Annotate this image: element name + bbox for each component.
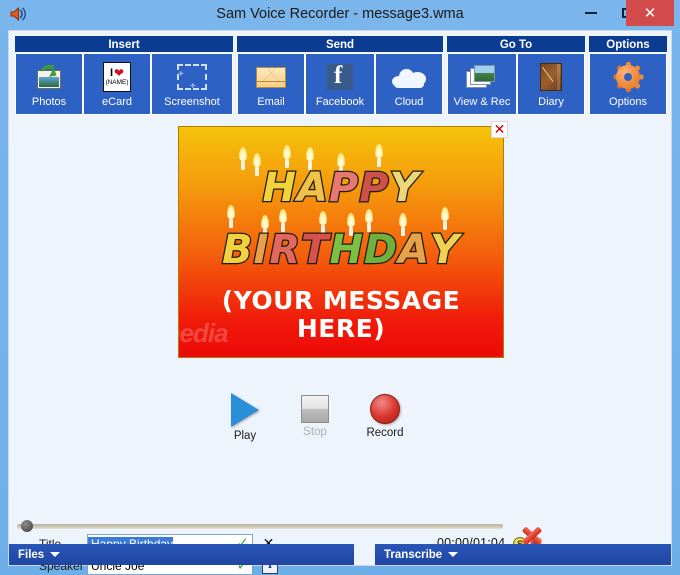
card-preview: HAPPY BIRTHDAY (YOUR MESSAGE HERE) softp… bbox=[178, 121, 508, 358]
envelope-icon bbox=[256, 60, 286, 94]
send-email-button[interactable]: Email bbox=[237, 53, 305, 115]
photo-stack-icon bbox=[466, 60, 498, 94]
stop-label: Stop bbox=[303, 426, 327, 438]
screenshot-icon bbox=[177, 60, 207, 94]
transcribe-label: Transcribe bbox=[384, 548, 443, 561]
files-label: Files bbox=[18, 548, 45, 561]
status-bar-gap bbox=[353, 544, 376, 565]
insert-photos-label: Photos bbox=[31, 96, 67, 108]
card-close-icon[interactable]: ✕ bbox=[491, 121, 508, 138]
insert-ecard-label: eCard bbox=[102, 96, 132, 108]
ribbon-group-insert: Insert Photos I ❤ (NAME) eCard + + Scree… bbox=[15, 36, 233, 115]
seek-track[interactable] bbox=[17, 524, 503, 529]
status-bar: Files Transcribe bbox=[9, 544, 672, 565]
send-cloud-label: Cloud bbox=[394, 96, 424, 108]
goto-view-rec-button[interactable]: View & Rec bbox=[447, 53, 517, 115]
card-line-2: BIRTHDAY bbox=[221, 226, 461, 275]
send-cloud-button[interactable]: Cloud bbox=[375, 53, 443, 115]
client-area: Insert Photos I ❤ (NAME) eCard + + Scree… bbox=[8, 30, 672, 575]
photo-import-icon bbox=[35, 60, 63, 94]
ribbon-group-send: Send Email f Facebook Cloud bbox=[237, 36, 443, 115]
title-bar: Sam Voice Recorder - message3.wma ✕ bbox=[0, 0, 680, 28]
insert-ecard-button[interactable]: I ❤ (NAME) eCard bbox=[83, 53, 151, 115]
goto-diary-label: Diary bbox=[538, 96, 564, 108]
watermark: softpedia bbox=[179, 318, 229, 348]
ecard-icon: I ❤ (NAME) bbox=[103, 60, 131, 94]
record-button[interactable]: Record bbox=[355, 393, 415, 439]
group-header-send: Send bbox=[237, 36, 443, 52]
options-label: Options bbox=[609, 96, 647, 108]
group-header-goto: Go To bbox=[447, 36, 585, 52]
diary-book-icon bbox=[540, 60, 562, 94]
goto-diary-button[interactable]: Diary bbox=[517, 53, 585, 115]
facebook-icon: f bbox=[327, 60, 353, 94]
group-header-insert: Insert bbox=[15, 36, 233, 52]
insert-screenshot-button[interactable]: Screenshot bbox=[151, 53, 233, 115]
ribbon-group-options: Options Options bbox=[589, 36, 667, 115]
insert-screenshot-label: Screenshot bbox=[164, 96, 220, 108]
send-facebook-label: Facebook bbox=[315, 96, 365, 108]
play-button[interactable]: Play bbox=[215, 393, 275, 442]
close-button[interactable]: ✕ bbox=[626, 0, 674, 26]
group-header-options: Options bbox=[589, 36, 667, 52]
stop-icon bbox=[301, 395, 329, 423]
seek-slider[interactable] bbox=[17, 520, 503, 532]
send-email-label: Email bbox=[257, 96, 285, 108]
goto-view-rec-label: View & Rec bbox=[453, 96, 511, 108]
insert-photos-button[interactable]: Photos bbox=[15, 53, 83, 115]
minimize-icon bbox=[585, 12, 597, 14]
gear-icon bbox=[613, 60, 644, 94]
app-window: Sam Voice Recorder - message3.wma ✕ Inse… bbox=[0, 0, 680, 575]
ribbon-group-goto: Go To View & Rec Diary bbox=[447, 36, 585, 115]
close-icon: ✕ bbox=[643, 4, 657, 22]
ribbon-toolbar: Insert Photos I ❤ (NAME) eCard + + Scree… bbox=[15, 36, 667, 116]
play-icon bbox=[231, 393, 259, 427]
chevron-down-icon bbox=[50, 552, 61, 557]
minimize-button[interactable] bbox=[575, 0, 607, 26]
seek-thumb[interactable] bbox=[21, 520, 33, 532]
transcribe-menu[interactable]: Transcribe bbox=[375, 544, 672, 565]
card-line-1: HAPPY bbox=[261, 164, 420, 213]
transport-controls: Play Stop Record bbox=[209, 393, 439, 449]
cloud-icon bbox=[392, 60, 426, 94]
play-label: Play bbox=[233, 430, 257, 442]
record-label: Record bbox=[366, 427, 404, 439]
stop-button[interactable]: Stop bbox=[285, 393, 345, 438]
files-menu[interactable]: Files bbox=[9, 544, 354, 565]
chevron-down-icon bbox=[448, 552, 459, 557]
send-facebook-button[interactable]: f Facebook bbox=[305, 53, 375, 115]
record-icon bbox=[370, 394, 400, 424]
card-close-glyph: ✕ bbox=[493, 121, 506, 137]
options-button[interactable]: Options bbox=[589, 53, 667, 115]
birthday-card-image[interactable]: HAPPY BIRTHDAY (YOUR MESSAGE HERE) softp… bbox=[178, 126, 504, 358]
